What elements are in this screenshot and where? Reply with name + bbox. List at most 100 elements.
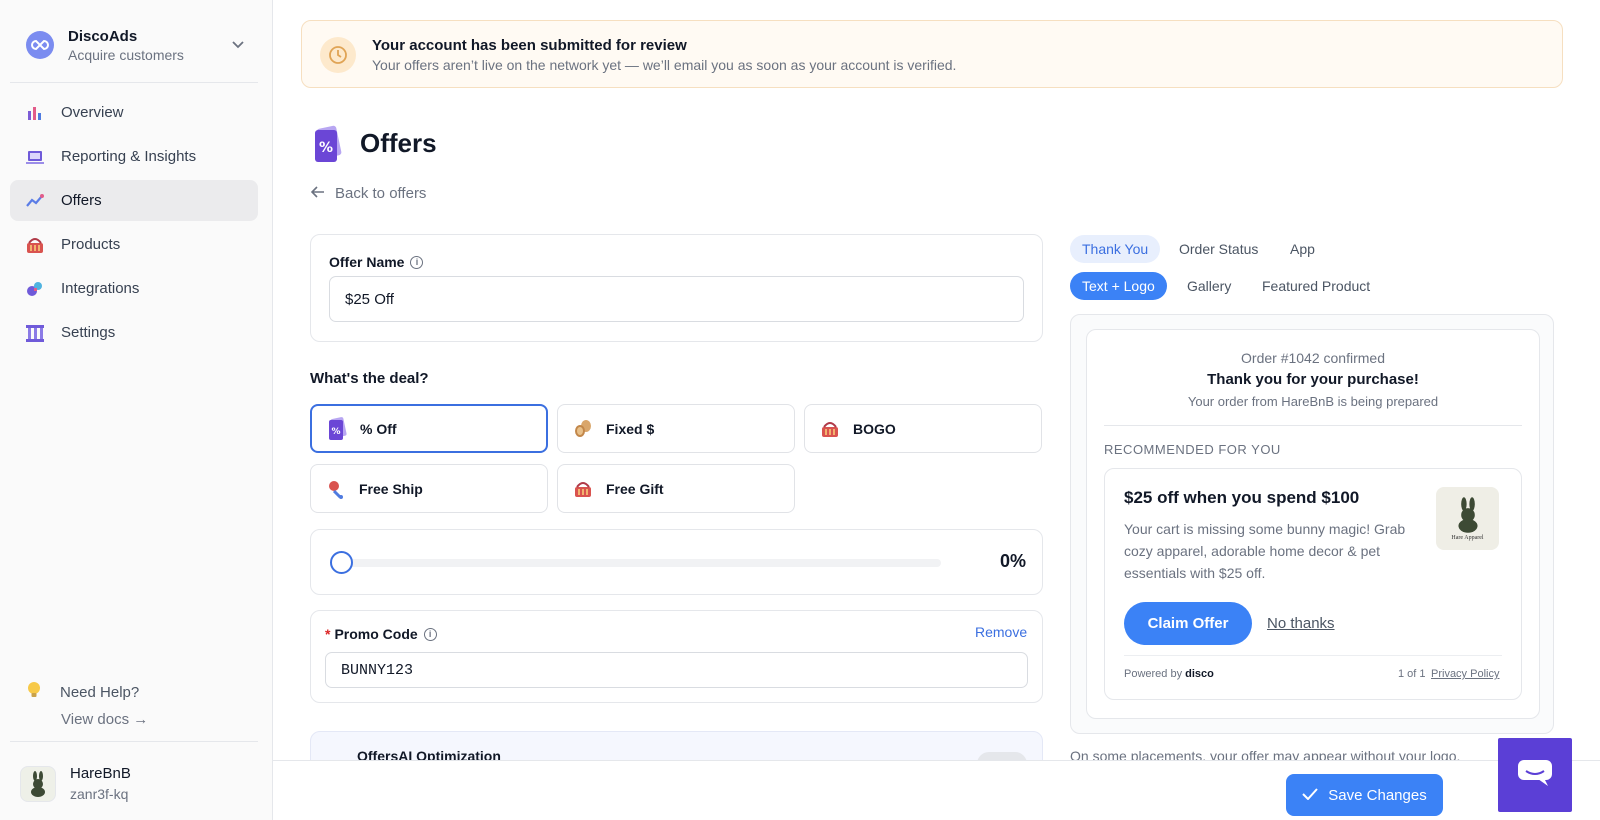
preview-divider (1104, 425, 1522, 426)
page-title: Offers (360, 128, 437, 158)
sidebar-divider (10, 741, 258, 742)
sidebar-item-label: Overview (61, 104, 124, 121)
promo-code-value: BUNNY123 (341, 661, 414, 679)
svg-text:%: % (319, 140, 333, 156)
info-icon[interactable]: i (423, 627, 437, 641)
sidebar-item-label: Reporting & Insights (61, 148, 197, 165)
sidebar-item-overview[interactable]: Overview (10, 92, 258, 133)
sidebar-item-settings[interactable]: Settings (10, 312, 258, 353)
privacy-policy-link[interactable]: Privacy Policy (1431, 668, 1499, 680)
products-icon (24, 234, 46, 256)
avatar (20, 765, 56, 802)
chat-bubble-icon (1516, 758, 1554, 793)
tab-order-status[interactable]: Order Status (1167, 235, 1270, 263)
promo-code-label-text: Promo Code (334, 626, 418, 642)
offer-preview-description: Your cart is missing some bunny magic! G… (1124, 521, 1406, 581)
required-marker: * (325, 626, 331, 642)
overview-icon (24, 102, 46, 124)
view-docs-link[interactable]: View docs → (61, 711, 148, 728)
discoads-logo-icon (26, 31, 54, 59)
banner-message: Your offers aren’t live on the network y… (372, 57, 957, 73)
sidebar-item-products[interactable]: Products (10, 224, 258, 265)
offer-name-label: Offer Name i (329, 254, 424, 270)
gift-basket-icon (818, 417, 842, 441)
sidebar: DiscoAds Acquire customers Overview Repo… (0, 0, 273, 820)
account-switcher[interactable]: HareBnB zanr3f-kq (20, 765, 131, 802)
help-section: Need Help? (24, 680, 139, 705)
lightbulb-icon (24, 680, 44, 705)
reporting-icon (24, 146, 46, 168)
review-banner: Your account has been submitted for revi… (301, 20, 1563, 88)
tab-featured-product[interactable]: Featured Product (1250, 272, 1382, 300)
save-changes-button[interactable]: Save Changes (1286, 774, 1443, 816)
promo-code-label: * Promo Code i (325, 626, 437, 642)
tab-gallery[interactable]: Gallery (1175, 272, 1243, 300)
offer-name-input[interactable]: $25 Off (329, 276, 1024, 322)
sidebar-item-integrations[interactable]: Integrations (10, 268, 258, 309)
deal-bogo[interactable]: BOGO (804, 404, 1042, 453)
offer-card-divider (1124, 655, 1502, 656)
brand-name: DiscoAds (68, 27, 138, 45)
discount-slider-handle[interactable] (330, 551, 353, 574)
arrow-left-icon (310, 185, 325, 202)
deal-fixed-amount[interactable]: Fixed $ (557, 404, 795, 453)
coins-icon (571, 417, 595, 441)
offer-pager: 1 of 1 (1398, 668, 1426, 680)
sidebar-divider (10, 82, 258, 83)
tab-text-logo[interactable]: Text + Logo (1070, 272, 1167, 300)
tab-app[interactable]: App (1278, 235, 1327, 263)
sidebar-item-label: Settings (61, 324, 116, 341)
powered-by: Powered by disco (1124, 668, 1214, 680)
brand-logo: Hare Apparel (1436, 487, 1499, 550)
workspace-switcher[interactable]: DiscoAds Acquire customers (10, 16, 258, 74)
sidebar-item-label: Integrations (61, 280, 140, 297)
offers-icon (24, 190, 46, 212)
integrations-icon (24, 278, 46, 300)
tab-thank-you[interactable]: Thank You (1070, 235, 1161, 263)
shipping-icon (324, 477, 348, 501)
deal-label: Fixed $ (606, 420, 655, 437)
thank-you-heading: Thank you for your purchase! (1207, 371, 1419, 388)
deal-free-gift[interactable]: Free Gift (557, 464, 795, 513)
discount-value: 0% (999, 551, 1026, 571)
no-thanks-link[interactable]: No thanks (1267, 615, 1335, 632)
powered-by-brand: disco (1185, 668, 1214, 680)
chevron-down-icon (232, 36, 244, 54)
sidebar-nav: Overview Reporting & Insights Offers Pro… (10, 92, 258, 356)
svg-text:%: % (331, 427, 340, 437)
clock-icon (320, 37, 356, 73)
powered-by-text: Powered by (1124, 668, 1183, 680)
checkmark-icon (1302, 787, 1319, 804)
sidebar-item-label: Products (61, 236, 121, 253)
gift-basket-icon (571, 477, 595, 501)
chat-support-button[interactable] (1498, 738, 1572, 812)
sidebar-item-label: Offers (61, 192, 102, 209)
remove-promo-code-link[interactable]: Remove (975, 624, 1027, 640)
brand-logo-text: Hare Apparel (1451, 535, 1484, 541)
deal-percent-off[interactable]: % % Off (310, 404, 548, 453)
discount-slider-track[interactable] (341, 559, 941, 567)
deal-label: Free Ship (359, 480, 423, 497)
claim-offer-button[interactable]: Claim Offer (1124, 602, 1252, 645)
promo-code-input[interactable]: BUNNY123 (325, 652, 1028, 688)
save-changes-label: Save Changes (1328, 786, 1427, 804)
back-to-offers-link[interactable]: Back to offers (310, 185, 427, 202)
brand-subtitle: Acquire customers (68, 46, 184, 63)
account-name: HareBnB (70, 765, 131, 782)
deal-label: BOGO (853, 420, 896, 437)
banner-title: Your account has been submitted for revi… (372, 37, 687, 54)
percent-tag-icon: % (325, 416, 349, 441)
sidebar-item-reporting[interactable]: Reporting & Insights (10, 136, 258, 177)
deal-free-shipping[interactable]: Free Ship (310, 464, 548, 513)
deal-section-label: What's the deal? (310, 370, 429, 387)
back-link-label: Back to offers (335, 185, 427, 202)
offer-preview-title: $25 off when you spend $100 (1124, 488, 1360, 507)
settings-icon (24, 322, 46, 344)
sidebar-item-offers[interactable]: Offers (10, 180, 258, 221)
offer-name-label-text: Offer Name (329, 254, 405, 270)
order-confirmed-text: Order #1042 confirmed (1241, 350, 1385, 366)
offer-name-value: $25 Off (345, 290, 394, 308)
info-icon[interactable]: i (410, 255, 424, 269)
account-id: zanr3f-kq (70, 786, 129, 802)
offers-page-icon: % (310, 125, 346, 170)
